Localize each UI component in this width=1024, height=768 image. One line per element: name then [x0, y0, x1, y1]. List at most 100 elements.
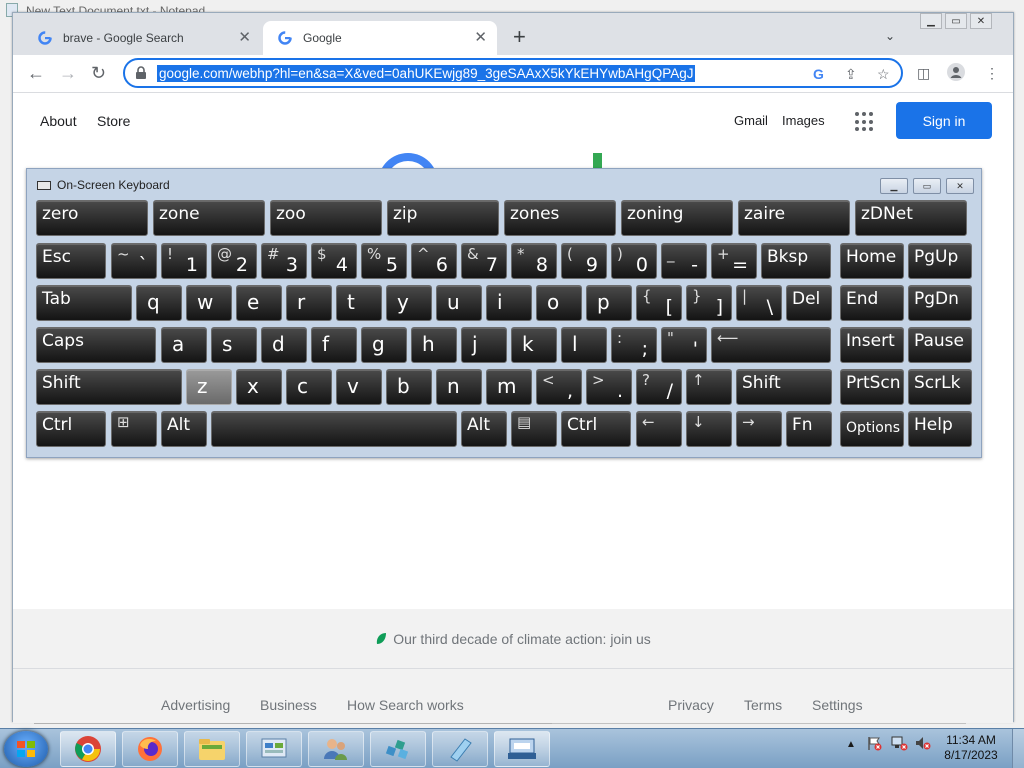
- minimize-icon[interactable]: ▁: [880, 178, 908, 194]
- footer-privacy[interactable]: Privacy: [668, 697, 714, 713]
- key-x[interactable]: x: [236, 369, 282, 405]
- clock[interactable]: 11:34 AM 8/17/2023: [936, 733, 1006, 763]
- key-h[interactable]: h: [411, 327, 457, 363]
- key-left-arrow[interactable]: ←: [636, 411, 682, 447]
- key-shift[interactable]: Shift: [36, 369, 182, 405]
- side-panel-icon[interactable]: ◫: [917, 65, 930, 82]
- key-period[interactable]: >.: [586, 369, 632, 405]
- prediction-zaire[interactable]: zaire: [738, 200, 850, 236]
- key-y[interactable]: y: [386, 285, 432, 321]
- key-ctrl-right[interactable]: Ctrl: [561, 411, 631, 447]
- key-i[interactable]: i: [486, 285, 532, 321]
- forward-arrow-icon[interactable]: →: [59, 63, 77, 83]
- key-slash[interactable]: ? /: [636, 369, 682, 405]
- key-pause[interactable]: Pause: [908, 327, 972, 363]
- store-link[interactable]: Store: [97, 113, 130, 129]
- key-o[interactable]: o: [536, 285, 582, 321]
- key-esc[interactable]: Esc: [36, 243, 106, 279]
- key-windows[interactable]: ⊞: [111, 411, 157, 447]
- address-bar[interactable]: google.com/webhp?hl=en&sa=X&ved=0ahUKEwj…: [123, 58, 903, 88]
- reload-icon[interactable]: ↻: [91, 63, 106, 83]
- show-desktop-button[interactable]: [1012, 729, 1024, 768]
- taskbar-notepad[interactable]: [432, 731, 488, 767]
- key-menu[interactable]: ▤: [511, 411, 557, 447]
- key-comma[interactable]: <,: [536, 369, 582, 405]
- key-up-arrow[interactable]: ↑: [686, 369, 732, 405]
- key-g[interactable]: g: [361, 327, 407, 363]
- key-1[interactable]: ! 1: [161, 243, 207, 279]
- key-enter[interactable]: ⟵: [711, 327, 831, 363]
- key-alt-right[interactable]: Alt: [461, 411, 507, 447]
- key-space[interactable]: [211, 411, 457, 447]
- taskbar-firefox[interactable]: [122, 731, 178, 767]
- key-a[interactable]: a: [161, 327, 207, 363]
- prediction-zero[interactable]: zero: [36, 200, 148, 236]
- prediction-zone[interactable]: zone: [153, 200, 265, 236]
- prediction-zones[interactable]: zones: [504, 200, 616, 236]
- key-caps[interactable]: Caps: [36, 327, 156, 363]
- key-ctrl[interactable]: Ctrl: [36, 411, 106, 447]
- footer-terms[interactable]: Terms: [744, 697, 782, 713]
- key-scrlk[interactable]: ScrLk: [908, 369, 972, 405]
- key-m[interactable]: m: [486, 369, 532, 405]
- action-center-flag-icon[interactable]: [866, 735, 882, 754]
- key-semicolon[interactable]: :;: [611, 327, 657, 363]
- back-arrow-icon[interactable]: ←: [27, 63, 45, 83]
- start-button[interactable]: [4, 731, 48, 767]
- key-p[interactable]: p: [586, 285, 632, 321]
- key-key[interactable]: + =: [711, 243, 757, 279]
- key-b[interactable]: b: [386, 369, 432, 405]
- share-icon[interactable]: ⇪: [845, 66, 857, 83]
- taskbar-registry[interactable]: [370, 731, 426, 767]
- key-7[interactable]: & 7: [461, 243, 507, 279]
- key-end[interactable]: End: [840, 285, 904, 321]
- key-down-arrow[interactable]: ↓: [686, 411, 732, 447]
- url-text[interactable]: google.com/webhp?hl=en&sa=X&ved=0ahUKEwj…: [157, 65, 696, 82]
- key-open-bracket[interactable]: {[: [636, 285, 682, 321]
- tab-brave-search[interactable]: brave - Google Search ✕: [23, 21, 261, 55]
- footer-how-search-works[interactable]: How Search works: [347, 697, 464, 713]
- profile-avatar-icon[interactable]: [947, 63, 965, 84]
- key-v[interactable]: v: [336, 369, 382, 405]
- key-insert[interactable]: Insert: [840, 327, 904, 363]
- volume-muted-icon[interactable]: [914, 735, 932, 754]
- key-w[interactable]: w: [186, 285, 232, 321]
- key-right-arrow[interactable]: →: [736, 411, 782, 447]
- taskbar-users[interactable]: [308, 731, 364, 767]
- key-bksp[interactable]: Bksp: [761, 243, 831, 279]
- key-options[interactable]: Options: [840, 411, 904, 447]
- key-6[interactable]: ^ 6: [411, 243, 457, 279]
- prediction-zoning[interactable]: zoning: [621, 200, 733, 236]
- prediction-zip[interactable]: zip: [387, 200, 499, 236]
- key-prtscn[interactable]: PrtScn: [840, 369, 904, 405]
- key-alt[interactable]: Alt: [161, 411, 207, 447]
- prediction-zoo[interactable]: zoo: [270, 200, 382, 236]
- taskbar-chrome[interactable]: [60, 731, 116, 767]
- taskbar-explorer[interactable]: [184, 731, 240, 767]
- key-close-bracket[interactable]: }]: [686, 285, 732, 321]
- key-r[interactable]: r: [286, 285, 332, 321]
- show-hidden-icons[interactable]: ▲: [846, 739, 856, 750]
- climate-message[interactable]: Our third decade of climate action: join…: [13, 609, 1013, 669]
- key-e[interactable]: e: [236, 285, 282, 321]
- close-tab-icon[interactable]: ✕: [474, 30, 487, 45]
- key-fn[interactable]: Fn: [786, 411, 832, 447]
- new-tab-button[interactable]: +: [513, 26, 526, 48]
- key-k[interactable]: k: [511, 327, 557, 363]
- google-lens-icon[interactable]: G: [813, 66, 824, 82]
- close-icon[interactable]: ✕: [970, 13, 992, 29]
- key-home[interactable]: Home: [840, 243, 904, 279]
- lock-icon[interactable]: [135, 66, 147, 80]
- footer-settings[interactable]: Settings: [812, 697, 863, 713]
- key-4[interactable]: $4: [311, 243, 357, 279]
- key-c[interactable]: c: [286, 369, 332, 405]
- key-quote[interactable]: " ': [661, 327, 707, 363]
- bookmark-star-icon[interactable]: ☆: [877, 66, 890, 83]
- key-s[interactable]: s: [211, 327, 257, 363]
- tab-search-chevron-icon[interactable]: ⌄: [885, 29, 895, 43]
- gmail-link[interactable]: Gmail: [734, 113, 768, 128]
- key-q[interactable]: q: [136, 285, 182, 321]
- taskbar-control-panel[interactable]: [246, 731, 302, 767]
- minimize-icon[interactable]: ▁: [920, 13, 942, 29]
- key-z[interactable]: z: [186, 369, 232, 405]
